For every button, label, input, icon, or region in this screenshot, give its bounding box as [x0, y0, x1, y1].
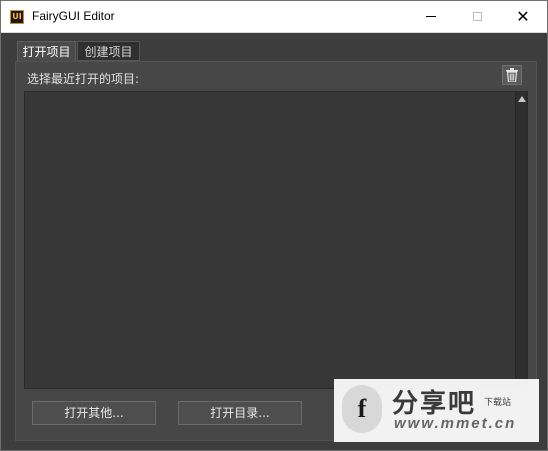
trash-icon	[506, 68, 518, 82]
open-other-button[interactable]: 打开其他...	[32, 401, 156, 425]
open-directory-button[interactable]: 打开目录...	[178, 401, 302, 425]
minimize-button[interactable]	[408, 1, 454, 32]
delete-recent-button[interactable]	[502, 65, 522, 85]
recent-projects-list[interactable]	[24, 91, 528, 389]
window-title: FairyGUI Editor	[32, 9, 115, 23]
title-bar[interactable]: UI FairyGUI Editor ✕	[1, 1, 547, 33]
fairygui-editor-window: UI FairyGUI Editor ✕ 打开项目 创建项目 选择最近打开的项目…	[0, 0, 548, 451]
watermark-url: www.mmet.cn	[394, 415, 517, 432]
app-icon: UI	[10, 10, 24, 24]
maximize-icon	[472, 12, 482, 21]
recent-projects-label: 选择最近打开的项目:	[27, 72, 140, 86]
tab-create-project[interactable]: 创建项目	[77, 41, 140, 61]
close-button[interactable]: ✕	[500, 1, 546, 32]
watermark-subtitle: 下载站	[484, 398, 512, 408]
close-icon: ✕	[516, 6, 530, 26]
minimize-icon	[426, 16, 436, 17]
watermark-logo: f	[342, 385, 382, 433]
scroll-up-arrow-icon[interactable]	[518, 96, 526, 102]
list-scrollbar[interactable]	[515, 92, 527, 388]
maximize-button[interactable]	[454, 1, 500, 32]
watermark-overlay: f 分享吧 下载站 www.mmet.cn	[334, 379, 539, 442]
tab-open-project[interactable]: 打开项目	[17, 41, 76, 61]
